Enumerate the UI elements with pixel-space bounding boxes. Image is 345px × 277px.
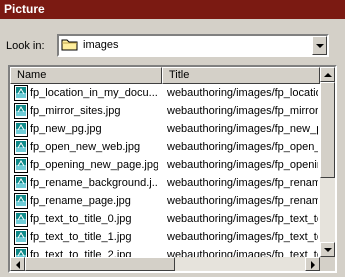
image-file-icon (14, 85, 28, 101)
folder-icon (61, 39, 78, 51)
image-file-icon (14, 175, 28, 191)
file-title: webauthoring/images/fp_renam... (167, 195, 318, 207)
arrow-down-icon (324, 248, 332, 252)
chevron-down-icon (316, 44, 324, 48)
file-title: webauthoring/images/fp_openin... (167, 159, 318, 171)
look-in-label: Look in: (6, 40, 45, 52)
arrow-left-icon (16, 261, 20, 269)
file-title: webauthoring/images/fp_mirror_... (167, 105, 318, 117)
vertical-scroll-thumb[interactable] (320, 82, 335, 178)
list-item[interactable]: fp_location_in_my_docu... webauthoring/im… (10, 84, 320, 102)
list-item[interactable]: fp_text_to_title_1.jpg webauthoring/image… (10, 228, 320, 246)
dropdown-button[interactable] (312, 36, 327, 55)
image-file-icon (14, 247, 28, 257)
list-item[interactable]: fp_open_new_web.jpg webauthoring/images/f… (10, 138, 320, 156)
list-rows: fp_location_in_my_docu... webauthoring/im… (10, 84, 320, 257)
column-header-title[interactable]: Title (162, 67, 320, 84)
list-item[interactable]: fp_new_pg.jpg webauthoring/images/fp_new_… (10, 120, 320, 138)
window-title: Picture (4, 2, 45, 16)
file-title: webauthoring/images/fp_open_... (167, 141, 318, 153)
list-item[interactable]: fp_rename_page.jpg webauthoring/images/fp… (10, 192, 320, 210)
file-title: webauthoring/images/fp_text_to... (167, 249, 318, 257)
scroll-down-button[interactable] (320, 242, 335, 257)
file-title: webauthoring/images/fp_locatio... (167, 87, 318, 99)
file-title: webauthoring/images/fp_text_to... (167, 231, 318, 243)
file-title: webauthoring/images/fp_new_p... (167, 123, 318, 135)
image-file-icon (14, 139, 28, 155)
image-file-icon (14, 229, 28, 245)
scroll-right-button[interactable] (305, 257, 320, 271)
image-file-icon (14, 103, 28, 119)
scroll-left-button[interactable] (10, 257, 25, 271)
list-header: Name Title (10, 67, 320, 84)
arrow-right-icon (311, 261, 315, 269)
file-list[interactable]: Name Title fp_location_in_my_docu...weba… (8, 65, 337, 273)
scroll-up-button[interactable] (320, 67, 335, 82)
file-name: fp_text_to_title_0.jpg (30, 213, 132, 225)
image-file-icon (14, 211, 28, 227)
list-item[interactable]: fp_rename_background.j... webauthoring/im… (10, 174, 320, 192)
horizontal-scrollbar[interactable] (10, 257, 320, 271)
vertical-scrollbar[interactable] (320, 67, 335, 257)
file-name: fp_rename_background.j... (30, 177, 158, 189)
arrow-up-icon (324, 73, 332, 77)
file-name: fp_location_in_my_docu... (30, 87, 158, 99)
look-in-dropdown[interactable]: images (57, 34, 329, 57)
file-title: webauthoring/images/fp_renam... (167, 177, 318, 189)
image-file-icon (14, 193, 28, 209)
file-name: fp_text_to_title_2.jpg (30, 249, 132, 257)
scrollbar-corner (320, 257, 335, 271)
image-file-icon (14, 157, 28, 173)
file-name: fp_mirror_sites.jpg (30, 105, 121, 117)
column-header-name[interactable]: Name (10, 67, 162, 84)
list-item[interactable]: fp_text_to_title_0.jpg webauthoring/image… (10, 210, 320, 228)
list-item[interactable]: fp_text_to_title_2.jpg webauthoring/image… (10, 246, 320, 257)
file-name: fp_opening_new_page.jpg (30, 159, 158, 171)
horizontal-scroll-thumb[interactable] (25, 257, 175, 271)
look-in-value: images (83, 39, 119, 51)
file-title: webauthoring/images/fp_text_to... (167, 213, 318, 225)
title-bar[interactable]: Picture (0, 0, 345, 19)
file-name: fp_new_pg.jpg (30, 123, 102, 135)
file-name: fp_rename_page.jpg (30, 195, 131, 207)
list-item[interactable]: fp_opening_new_page.jpg webauthoring/imag… (10, 156, 320, 174)
list-item[interactable]: fp_mirror_sites.jpg webauthoring/images/f… (10, 102, 320, 120)
file-name: fp_open_new_web.jpg (30, 141, 141, 153)
image-file-icon (14, 121, 28, 137)
file-name: fp_text_to_title_1.jpg (30, 231, 132, 243)
